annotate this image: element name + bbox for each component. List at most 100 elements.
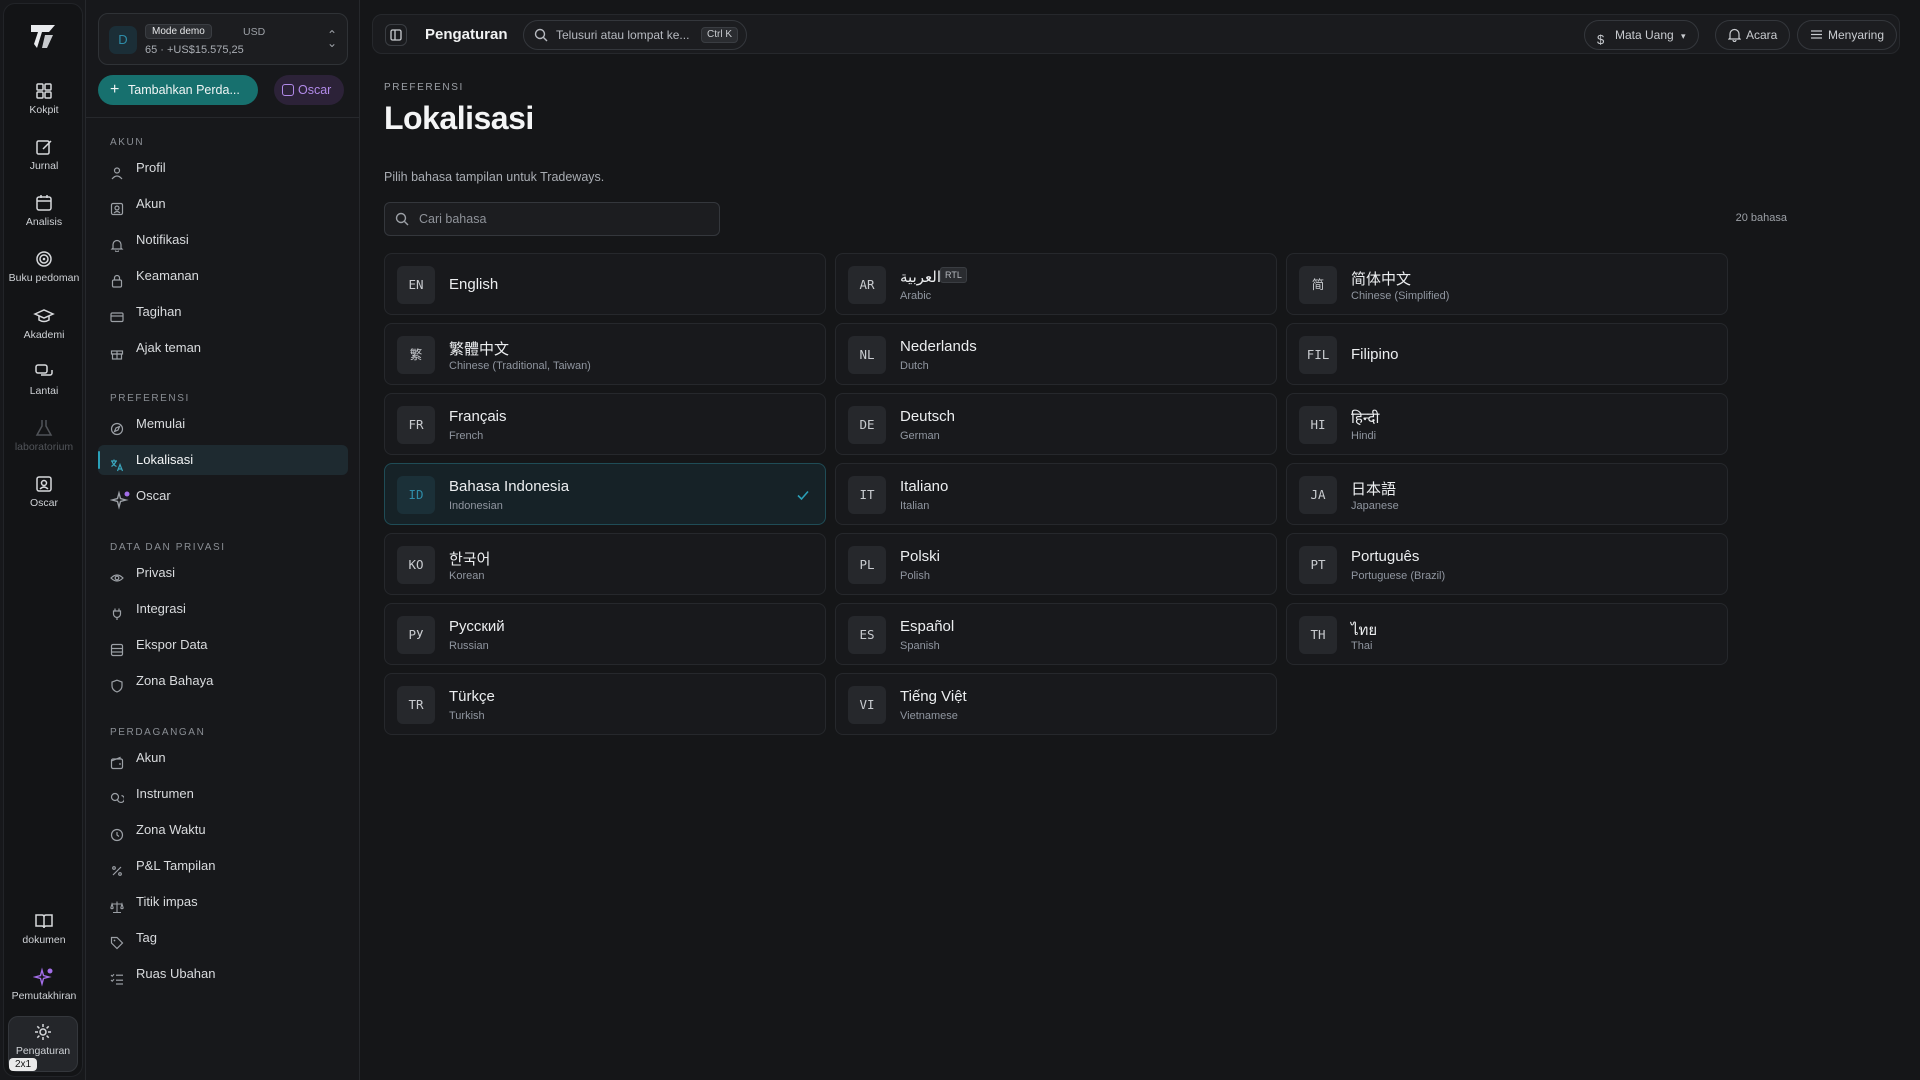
- language-option-id[interactable]: ID Bahasa Indonesia Indonesian: [384, 463, 826, 525]
- language-code: EN: [397, 266, 435, 304]
- oscar-button[interactable]: Oscar: [274, 75, 344, 105]
- language-name: Filipino: [1351, 346, 1399, 363]
- sidebar-item-integrasi[interactable]: Integrasi: [98, 594, 348, 624]
- language-option-en[interactable]: EN English: [384, 253, 826, 315]
- sidebar-item-oscar[interactable]: Oscar: [98, 481, 348, 511]
- global-search-placeholder: Telusuri atau lompat ke...: [556, 28, 690, 42]
- search-icon: [395, 212, 409, 226]
- sidebar-item-tagihan[interactable]: Tagihan: [98, 297, 348, 327]
- language-option-[interactable]: 繁繁體中文 Chinese (Traditional, Taiwan): [384, 323, 826, 385]
- language-option-ko[interactable]: KO 한국어 Korean: [384, 533, 826, 595]
- events-button[interactable]: Acara: [1715, 20, 1791, 50]
- tag-icon: [110, 931, 124, 950]
- language-english-name: Turkish: [449, 710, 485, 722]
- language-option-fr[interactable]: FR Français French: [384, 393, 826, 455]
- sidebar-item-p-l-tampilan[interactable]: P&L Tampilan: [98, 851, 348, 881]
- sidebar-item-notifikasi[interactable]: Notifikasi: [98, 225, 348, 255]
- language-name: हिन्दी: [1351, 410, 1380, 427]
- sidebar-item-lokalisasi[interactable]: Lokalisasi: [98, 445, 348, 475]
- filter-button[interactable]: Menyaring: [1797, 20, 1898, 50]
- page-title: Lokalisasi: [384, 100, 534, 136]
- language-code: JA: [1299, 476, 1337, 514]
- sidebar-item-titik-impas[interactable]: Titik impas: [98, 887, 348, 917]
- language-english-name: Dutch: [900, 360, 929, 372]
- language-code: TR: [397, 686, 435, 724]
- rail-item-lantai[interactable]: Lantai: [4, 357, 84, 409]
- language-option-ar[interactable]: AR العربية Arabic RTL: [835, 253, 1277, 315]
- rail-item-analisis[interactable]: Analisis: [4, 188, 84, 240]
- language-option-th[interactable]: TH ไทย Thai: [1286, 603, 1728, 665]
- rail-item-dokumen[interactable]: dokumen: [4, 906, 84, 958]
- icon-rail: Kokpit Jurnal Analisis Buku pedoman Akademi L…: [0, 0, 86, 1080]
- language-option-fil[interactable]: FIL Filipino: [1286, 323, 1728, 385]
- sidebar-item-ekspor-data[interactable]: Ekspor Data: [98, 630, 348, 660]
- language-option-hi[interactable]: HI हिन्दी Hindi: [1286, 393, 1728, 455]
- rail-item-buku-pedoman[interactable]: Buku pedoman: [4, 244, 84, 296]
- rail-item-laboratorium[interactable]: laboratorium: [4, 413, 84, 465]
- sidebar-item-label: Akun: [136, 750, 166, 765]
- language-option-es[interactable]: ES Español Spanish: [835, 603, 1277, 665]
- sidebar-item-tag[interactable]: Tag: [98, 923, 348, 953]
- language-option-it[interactable]: IT Italiano Italian: [835, 463, 1277, 525]
- sidebar-item-label: Ajak teman: [136, 340, 202, 355]
- main-content: PREFERENSI Lokalisasi Pilih bahasa tampi…: [360, 54, 1920, 1080]
- rail-item-oscar[interactable]: Oscar: [4, 469, 84, 521]
- rail-item-akademi[interactable]: Akademi: [4, 301, 84, 353]
- language-code: ID: [397, 476, 435, 514]
- add-trade-button[interactable]: + Tambahkan Perda...: [98, 75, 258, 105]
- sidebar-item-zona-bahaya[interactable]: Zona Bahaya: [98, 666, 348, 696]
- language-option-[interactable]: РУ Русский Russian: [384, 603, 826, 665]
- language-name: Deutsch: [900, 408, 956, 425]
- percent-icon: [110, 859, 124, 876]
- language-option-nl[interactable]: NL Nederlands Dutch: [835, 323, 1277, 385]
- sidebar-item-profil[interactable]: Profil: [98, 153, 348, 183]
- language-option-[interactable]: 简简体中文 Chinese (Simplified): [1286, 253, 1728, 315]
- sidebar-item-label: P&L Tampilan: [136, 858, 216, 873]
- compass-icon: [110, 417, 124, 436]
- clock-icon: [110, 823, 124, 842]
- language-name: Polski: [900, 548, 941, 565]
- language-option-de[interactable]: DE Deutsch German: [835, 393, 1277, 455]
- language-name: Tiếng Việt: [900, 688, 967, 705]
- language-option-vi[interactable]: VI Tiếng Việt Vietnamese: [835, 673, 1277, 735]
- sidebar-item-label: Akun: [136, 196, 166, 211]
- account-switcher[interactable]: D Mode demo USD 65 · +US$15.575,25 ⌃ ⌄: [98, 13, 348, 65]
- language-name: Nederlands: [900, 338, 977, 355]
- language-code: KO: [397, 546, 435, 584]
- language-option-pl[interactable]: PL Polski Polish: [835, 533, 1277, 595]
- search-shortcut: Ctrl K: [701, 27, 738, 43]
- sidebar-item-ruas-ubahan[interactable]: Ruas Ubahan: [98, 959, 348, 989]
- language-option-tr[interactable]: TR Türkçe Turkish: [384, 673, 826, 735]
- app-logo-icon[interactable]: [25, 18, 61, 54]
- language-option-ja[interactable]: JA 日本語 Japanese: [1286, 463, 1728, 525]
- rail-item-pemutakhiran[interactable]: Pemutakhiran: [4, 962, 84, 1014]
- graduation-cap-icon: [33, 305, 55, 327]
- sidebar-item-label: Ruas Ubahan: [136, 966, 216, 981]
- rail-item-kokpit[interactable]: Kokpit: [4, 76, 84, 128]
- plug-icon: [110, 602, 124, 620]
- sidebar-item-keamanan[interactable]: Keamanan: [98, 261, 348, 291]
- sidebar-item-ajak-teman[interactable]: Ajak teman: [98, 333, 348, 363]
- rail-item-jurnal[interactable]: Jurnal: [4, 132, 84, 184]
- list-check-icon: [110, 967, 124, 985]
- sidebar-item-akun[interactable]: Akun: [98, 189, 348, 219]
- global-search-input[interactable]: Telusuri atau lompat ke... Ctrl K: [523, 20, 747, 50]
- language-search-input[interactable]: Cari bahasa: [384, 202, 720, 236]
- translate-icon: [110, 453, 124, 472]
- language-english-name: French: [449, 430, 484, 442]
- book-icon: [33, 910, 55, 932]
- sidebar-toggle-icon[interactable]: [385, 24, 407, 46]
- sidebar-item-privasi[interactable]: Privasi: [98, 558, 348, 588]
- sidebar-item-memulai[interactable]: Memulai: [98, 409, 348, 439]
- settings-sidebar: D Mode demo USD 65 · +US$15.575,25 ⌃ ⌄ + …: [86, 0, 360, 1080]
- language-english-name: Japanese: [1351, 500, 1399, 512]
- language-code: NL: [848, 336, 886, 374]
- currency-button[interactable]: $ Mata Uang ▾: [1584, 20, 1699, 50]
- sidebar-item-akun[interactable]: Akun: [98, 743, 348, 773]
- events-label: Acara: [1746, 28, 1778, 42]
- database-icon: [110, 638, 124, 657]
- sidebar-item-instrumen[interactable]: Instrumen: [98, 779, 348, 809]
- sidebar-item-zona-waktu[interactable]: Zona Waktu: [98, 815, 348, 845]
- bell-icon: [110, 233, 124, 253]
- language-option-pt[interactable]: PT Português Portuguese (Brazil): [1286, 533, 1728, 595]
